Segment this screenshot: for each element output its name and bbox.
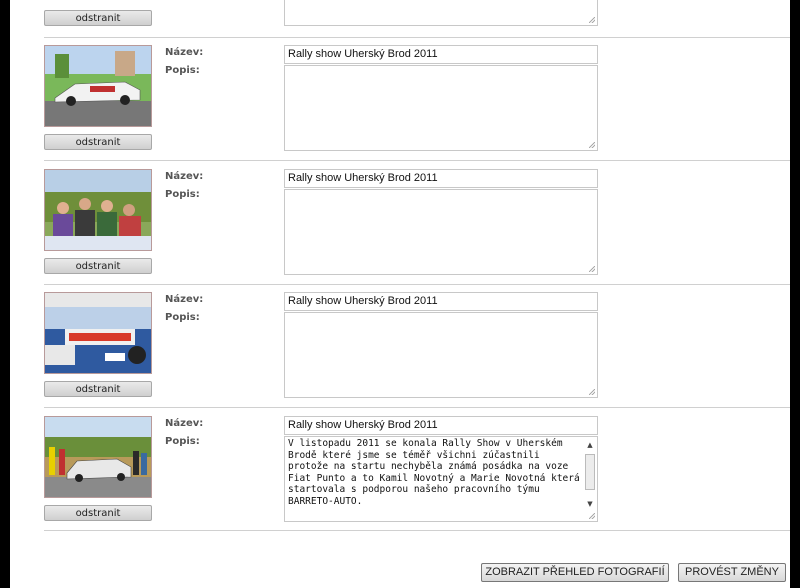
name-input[interactable]: Rally show Uherský Brod 2011	[284, 292, 598, 311]
show-photo-overview-button[interactable]: ZOBRAZIT PŘEHLED FOTOGRAFIÍ	[481, 563, 669, 582]
scroll-up-icon[interactable]: ▲	[584, 440, 596, 450]
resize-grip-icon	[589, 513, 595, 519]
description-label: Popis:	[165, 189, 200, 200]
description-textarea[interactable]	[284, 312, 598, 398]
photo-thumbnail	[44, 416, 152, 498]
row-separator	[44, 530, 790, 531]
row-separator	[44, 160, 790, 161]
resize-grip-icon	[589, 389, 595, 395]
name-label: Název:	[165, 294, 204, 305]
description-textarea[interactable]: V listopadu 2011 se konala Rally Show v …	[284, 436, 598, 522]
description-label: Popis:	[165, 436, 200, 447]
remove-button[interactable]: odstranit	[44, 134, 152, 150]
name-label: Název:	[165, 47, 204, 58]
resize-grip-icon	[589, 142, 595, 148]
scroll-down-icon[interactable]: ▼	[584, 499, 596, 509]
remove-button[interactable]: odstranit	[44, 258, 152, 274]
description-textarea[interactable]	[284, 65, 598, 151]
name-input[interactable]: Rally show Uherský Brod 2011	[284, 416, 598, 435]
name-label: Název:	[165, 171, 204, 182]
description-textarea[interactable]	[284, 189, 598, 275]
photo-thumbnail	[44, 292, 152, 374]
name-label: Název:	[165, 418, 204, 429]
resize-grip-icon	[589, 17, 595, 23]
photo-editor-panel: odstranit odstranit Název: Popis: Rally …	[10, 0, 790, 588]
resize-grip-icon	[589, 266, 595, 272]
remove-button[interactable]: odstranit	[44, 381, 152, 397]
description-textarea[interactable]	[284, 0, 598, 26]
description-label: Popis:	[165, 312, 200, 323]
remove-button[interactable]: odstranit	[44, 10, 152, 26]
photo-thumbnail	[44, 169, 152, 251]
row-separator	[44, 284, 790, 285]
name-input[interactable]: Rally show Uherský Brod 2011	[284, 169, 598, 188]
name-input[interactable]: Rally show Uherský Brod 2011	[284, 45, 598, 64]
description-scrollbar[interactable]: ▲ ▼	[584, 438, 596, 509]
scrollbar-thumb[interactable]	[585, 454, 595, 490]
description-label: Popis:	[165, 65, 200, 76]
row-separator	[44, 407, 790, 408]
photo-thumbnail	[44, 45, 152, 127]
description-text: V listopadu 2011 se konala Rally Show v …	[288, 438, 586, 507]
row-separator	[44, 37, 790, 38]
save-changes-button[interactable]: PROVÉST ZMĚNY	[678, 563, 786, 582]
remove-button[interactable]: odstranit	[44, 505, 152, 521]
